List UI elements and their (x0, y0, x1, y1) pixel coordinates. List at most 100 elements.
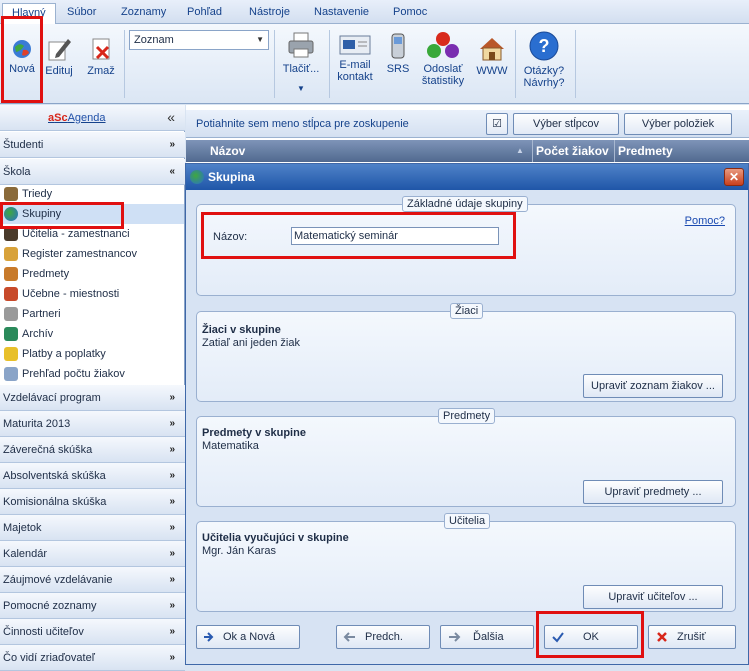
checkbox-toggle[interactable]: ☑ (486, 113, 508, 135)
menu-tab-nastavenie[interactable]: Nastavenie (305, 3, 378, 24)
ziaci-text: Zatiaľ ani jeden žiak (202, 337, 300, 349)
help-link[interactable]: Pomoc? (685, 215, 725, 227)
ziaci-group: Žiaci Žiaci v skupine Zatiaľ ani jeden ž… (196, 303, 736, 402)
section-komisionalna-skuska[interactable]: Komisionálna skúška» (0, 489, 185, 515)
ascagenda-logo[interactable]: aScAgenda (48, 112, 106, 124)
table-icon (4, 367, 18, 381)
collapse-icon[interactable]: « (167, 109, 175, 125)
ok-button[interactable]: OK (544, 625, 638, 649)
svg-text:?: ? (539, 36, 550, 56)
group-panel: Potiahnite sem meno stĺpca pre zoskupeni… (186, 110, 749, 138)
ok-a-nova-button[interactable]: Ok a Nová (196, 625, 300, 649)
section-zaujmove-vzdelavanie[interactable]: Záujmové vzdelávanie» (0, 567, 185, 593)
section-pomocne-zoznamy[interactable]: Pomocné zoznamy» (0, 593, 185, 619)
section-vzdelavaci-program[interactable]: Vzdelávací program» (0, 385, 185, 411)
chevron-down-icon: » (169, 626, 175, 637)
menu-tab-hlavny[interactable]: Hlavný (2, 3, 56, 24)
class-icon (4, 187, 18, 201)
zrusit-button[interactable]: Zrušiť (648, 625, 736, 649)
view-select[interactable]: Zoznam ▼ (129, 30, 269, 50)
section-co-vidi-zriadovatel[interactable]: Čo vidí zriaďovateľ» (0, 645, 185, 671)
ziaci-heading: Žiaci v skupine (202, 324, 281, 336)
vyber-stlpcov-button[interactable]: Výber stĺpcov (513, 113, 619, 135)
sidebar-item-predmety[interactable]: Predmety (0, 264, 184, 284)
globe-icon (13, 40, 31, 58)
predch-button[interactable]: Predch. (336, 625, 430, 649)
delete-icon (92, 38, 110, 60)
section-studenti[interactable]: Študenti» (0, 132, 185, 158)
chevron-down-icon: » (169, 522, 175, 533)
menu-tab-subor[interactable]: Súbor (58, 3, 105, 24)
menu-tab-pohlad[interactable]: Pohľad (178, 3, 231, 24)
arrow-left-icon (343, 632, 355, 642)
section-absolventska-skuska[interactable]: Absolventská skúška» (0, 463, 185, 489)
otazky-navrhy-button[interactable]: ? Otázky? Návrhy? (520, 30, 568, 89)
section-zaverecna-skuska[interactable]: Záverečná skúška» (0, 437, 185, 463)
ucitelia-text: Mgr. Ján Karas (202, 545, 276, 557)
zmaz-button[interactable]: Zmaž (84, 36, 118, 77)
name-input[interactable] (291, 227, 499, 245)
name-label: Názov: (213, 231, 248, 243)
coins-icon (4, 347, 18, 361)
sidebar-item-ucitelia[interactable]: Učitelia - zamestnanci (0, 224, 184, 244)
house-icon (4, 287, 18, 301)
ribbon: Nová Edituj Zmaž Zoznam ▼ Tlačiť... ▼ E-… (0, 24, 749, 104)
sidebar-item-platby[interactable]: Platby a poplatky (0, 344, 184, 364)
column-nazov[interactable]: Názov (210, 140, 245, 162)
sidebar-item-archiv[interactable]: Archív (0, 324, 184, 344)
arrow-check-icon (204, 632, 214, 642)
section-cinnosti-ucitelov[interactable]: Činnosti učiteľov» (0, 619, 185, 645)
menu-tab-nastroje[interactable]: Nástroje (240, 3, 299, 24)
upravit-ucitelov-button[interactable]: Upraviť učiteľov ... (583, 585, 723, 609)
sidebar-item-ucebne[interactable]: Učebne - miestnosti (0, 284, 184, 304)
section-maturita[interactable]: Maturita 2013» (0, 411, 185, 437)
printer-icon (288, 32, 314, 58)
srs-button[interactable]: SRS (384, 32, 412, 75)
archive-icon (4, 327, 18, 341)
group-hint: Potiahnite sem meno stĺpca pre zoskupeni… (196, 118, 409, 130)
www-button[interactable]: WWW (474, 36, 510, 77)
chevron-down-icon: » (169, 139, 175, 150)
sidebar-item-register[interactable]: Register zamestnancov (0, 244, 184, 264)
sidebar: aScAgenda « Študenti» Škola « Triedy Skup… (0, 105, 185, 671)
chevron-down-icon: » (169, 652, 175, 663)
predmety-heading: Predmety v skupine (202, 427, 306, 439)
vyber-poloziek-button[interactable]: Výber položiek (624, 113, 732, 135)
arrow-right-icon (449, 632, 461, 642)
section-majetok[interactable]: Majetok» (0, 515, 185, 541)
skupina-dialog: Skupina ✕ Základné údaje skupiny Pomoc? … (185, 163, 749, 665)
email-kontakt-button[interactable]: E-mail kontakt (334, 34, 376, 83)
basic-info-caption: Základné údaje skupiny (402, 196, 528, 212)
edit-pencil-icon (48, 39, 71, 61)
chevron-down-icon: » (169, 574, 175, 585)
section-kalendar[interactable]: Kalendár» (0, 541, 185, 567)
chevron-down-icon: » (169, 470, 175, 481)
chevron-down-icon: » (169, 444, 175, 455)
section-skola[interactable]: Škola « (0, 159, 185, 185)
sidebar-item-partneri[interactable]: Partneri (0, 304, 184, 324)
sidebar-header: aScAgenda « (0, 105, 185, 131)
sidebar-item-prehlad[interactable]: Prehľad počtu žiakov (0, 364, 184, 384)
chevron-down-icon: » (169, 548, 175, 559)
checkbox-icon: ☑ (492, 118, 502, 130)
sidebar-item-triedy[interactable]: Triedy (0, 184, 184, 204)
tlacit-button[interactable]: Tlačiť... ▼ (280, 30, 322, 95)
upravit-predmety-button[interactable]: Upraviť predmety ... (583, 480, 723, 504)
house-icon (480, 38, 504, 61)
column-pocet-ziakov[interactable]: Počet žiakov (536, 140, 609, 162)
menu-tab-pomoc[interactable]: Pomoc (384, 3, 436, 24)
close-button[interactable]: ✕ (724, 168, 744, 186)
dalsia-button[interactable]: Ďalšia (440, 625, 534, 649)
sidebar-item-skupiny[interactable]: Skupiny (0, 204, 184, 224)
nova-button[interactable]: Nová (4, 38, 40, 75)
column-predmety[interactable]: Predmety (618, 140, 673, 162)
odoslat-statistiky-button[interactable]: Odoslať štatistiky (418, 30, 468, 87)
predmety-caption: Predmety (438, 408, 496, 424)
checkmark-icon (552, 632, 564, 643)
chevron-down-icon: » (169, 600, 175, 611)
menu-tab-zoznamy[interactable]: Zoznamy (112, 3, 175, 24)
edituj-button[interactable]: Edituj (44, 36, 74, 77)
upravit-ziakov-button[interactable]: Upraviť zoznam žiakov ... (583, 374, 723, 398)
dialog-titlebar: Skupina ✕ (186, 164, 748, 190)
teachers-icon (4, 227, 18, 241)
